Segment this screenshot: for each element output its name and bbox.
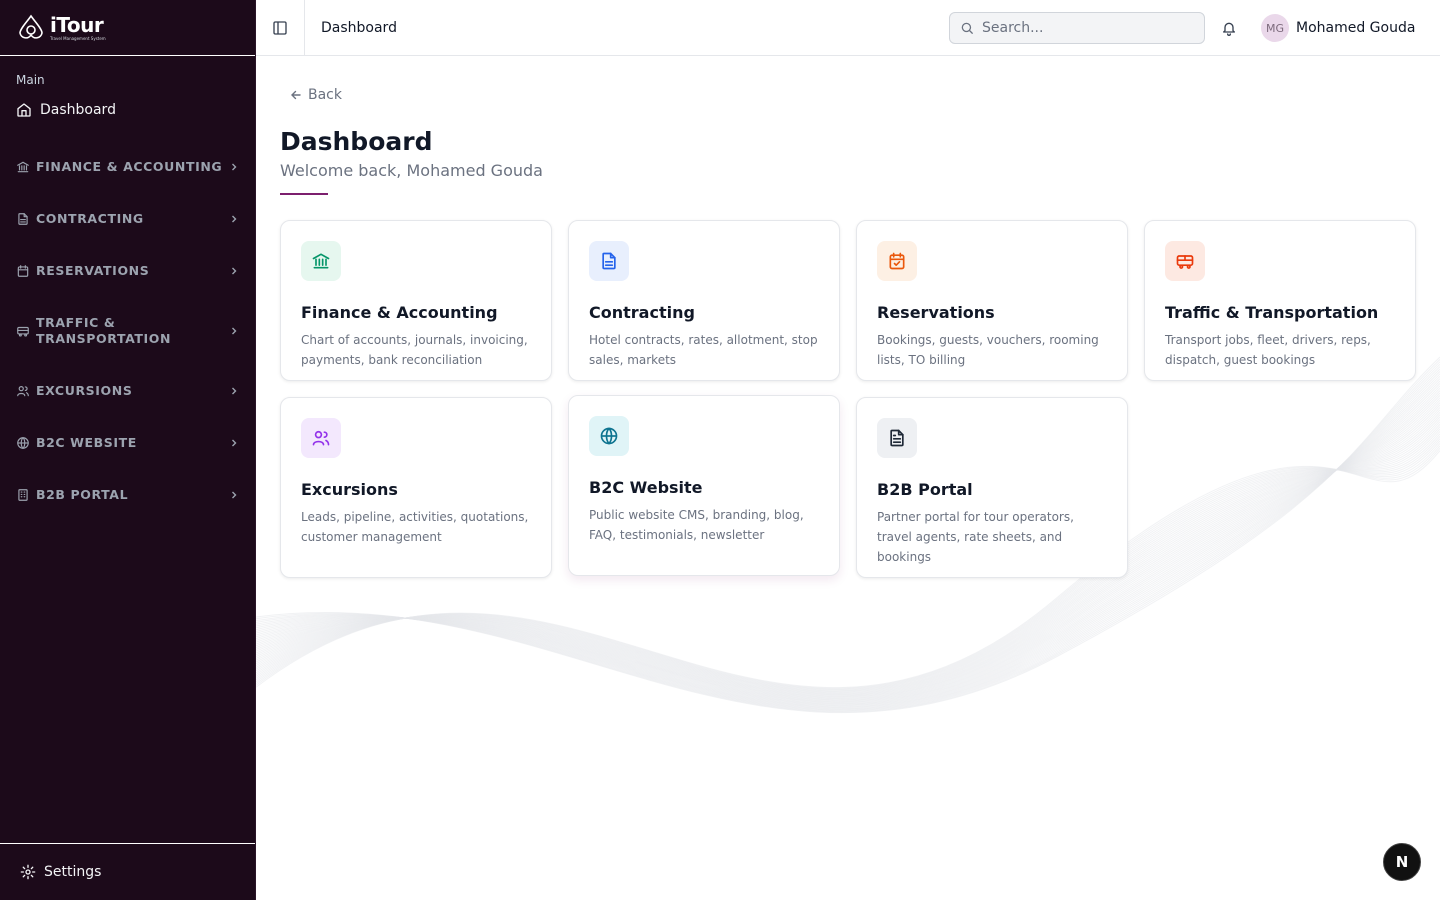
sidebar-group-contracting[interactable]: CONTRACTING	[0, 210, 255, 228]
building-icon	[18, 489, 28, 501]
card-title: Excursions	[301, 480, 398, 499]
card-description: Leads, pipeline, activities, quotations,…	[301, 510, 529, 544]
users-icon	[17, 386, 29, 397]
chevron-right-icon	[232, 387, 237, 395]
sidebar-group-label: B2C WEBSITE	[36, 435, 137, 450]
search-box	[949, 12, 1205, 44]
back-label: Back	[308, 87, 342, 103]
chevron-right-icon	[232, 327, 237, 335]
brand[interactable]: iTour Travel Management System	[0, 0, 255, 56]
chevron-right-icon	[232, 439, 237, 447]
chevron-right-icon	[232, 267, 237, 275]
sidebar-group-b2c[interactable]: B2C WEBSITE	[0, 434, 255, 452]
main-content: Back Dashboard Welcome back, Mohamed Gou…	[256, 57, 1440, 900]
user-name: Mohamed Gouda	[1296, 20, 1416, 36]
breadcrumb: Dashboard	[321, 19, 397, 36]
sidebar-group-label: RESERVATIONS	[36, 263, 150, 278]
sidebar-item-label: Dashboard	[40, 102, 116, 118]
panel-left-icon	[273, 20, 287, 35]
card-icon-box	[877, 241, 917, 281]
bell-icon	[1223, 22, 1235, 36]
globe-icon	[600, 427, 618, 445]
page-title: Dashboard	[280, 127, 433, 156]
chevron-right-icon	[232, 215, 237, 223]
file-text-icon	[890, 429, 904, 447]
module-card-b2c[interactable]: B2C Website Public website CMS, branding…	[568, 395, 840, 576]
card-icon-box	[301, 241, 341, 281]
sidebar-group-label: CONTRACTING	[36, 211, 144, 226]
globe-icon	[17, 436, 29, 450]
card-description: Bookings, guests, vouchers, rooming list…	[877, 333, 1099, 367]
card-description: Public website CMS, branding, blog, FAQ,…	[589, 508, 804, 542]
card-title: Contracting	[589, 303, 695, 322]
arrow-left-icon	[291, 90, 301, 100]
itour-logo-icon	[19, 14, 43, 39]
module-card-finance[interactable]: Finance & Accounting Chart of accounts, …	[280, 220, 552, 381]
card-title: B2C Website	[589, 478, 703, 497]
sidebar-group-traffic[interactable]: TRAFFIC & TRANSPORTATION	[0, 314, 255, 348]
card-description: Transport jobs, fleet, drivers, reps, di…	[1165, 333, 1371, 367]
bank-icon	[312, 253, 330, 269]
calendar-icon	[17, 265, 29, 277]
sidebar-group-b2b[interactable]: B2B PORTAL	[0, 486, 255, 504]
card-description: Hotel contracts, rates, allotment, stop …	[589, 333, 818, 367]
module-card-traffic[interactable]: Traffic & Transportation Transport jobs,…	[1144, 220, 1416, 381]
module-card-contracting[interactable]: Contracting Hotel contracts, rates, allo…	[568, 220, 840, 381]
back-button[interactable]: Back	[290, 87, 342, 103]
gear-icon	[20, 864, 36, 880]
avatar: MG	[1261, 14, 1289, 42]
topbar: Dashboard MG Mohamed Gouda	[256, 0, 1440, 56]
card-description: Partner portal for tour operators, trave…	[877, 510, 1074, 564]
search-input[interactable]	[982, 20, 1182, 36]
chevron-right-icon	[232, 163, 237, 171]
card-icon-box	[301, 418, 341, 458]
sidebar-toggle-button[interactable]	[256, 0, 305, 56]
sidebar-group-label: EXCURSIONS	[36, 383, 133, 398]
home-icon	[17, 103, 31, 117]
brand-tagline: Travel Management System	[50, 35, 106, 41]
title-underline	[280, 193, 328, 195]
sidebar-group-reservations[interactable]: RESERVATIONS	[0, 262, 255, 280]
sidebar-group-excursions[interactable]: EXCURSIONS	[0, 382, 255, 400]
card-title: Finance & Accounting	[301, 303, 498, 322]
page-subtitle: Welcome back, Mohamed Gouda	[280, 161, 543, 180]
card-icon-box	[589, 416, 629, 456]
sidebar-item-dashboard[interactable]: Dashboard	[0, 96, 255, 124]
chevron-right-icon	[232, 491, 237, 499]
module-card-b2b[interactable]: B2B Portal Partner portal for tour opera…	[856, 397, 1128, 578]
settings-label: Settings	[44, 864, 102, 880]
bus-icon	[1176, 255, 1194, 269]
card-title: B2B Portal	[877, 480, 973, 499]
notifications-button[interactable]	[1219, 18, 1239, 38]
users-icon	[312, 430, 330, 446]
search-icon	[961, 22, 973, 34]
calendar-check-icon	[889, 252, 905, 270]
card-description: Chart of accounts, journals, invoicing, …	[301, 333, 528, 367]
dev-badge-button[interactable]: N	[1383, 843, 1421, 881]
card-icon-box	[589, 241, 629, 281]
card-title: Reservations	[877, 303, 995, 322]
sidebar-group-label: B2B PORTAL	[36, 487, 129, 502]
card-icon-box	[1165, 241, 1205, 281]
card-title: Traffic & Transportation	[1165, 303, 1379, 322]
sidebar-group-finance[interactable]: FINANCE & ACCOUNTING	[0, 158, 255, 176]
sidebar-section-label: Main	[16, 73, 45, 87]
sidebar-group-label: FINANCE & ACCOUNTING	[36, 159, 223, 174]
document-icon	[602, 252, 616, 270]
sidebar-settings[interactable]: Settings	[0, 843, 255, 900]
user-menu[interactable]: MG Mohamed Gouda	[1261, 14, 1415, 42]
sidebar-group-label: TRAFFIC & TRANSPORTATION	[36, 315, 172, 346]
brand-name: iTour	[50, 12, 104, 37]
bank-icon	[17, 161, 29, 173]
module-card-excursions[interactable]: Excursions Leads, pipeline, activities, …	[280, 397, 552, 578]
sidebar: iTour Travel Management System Main Dash…	[0, 0, 256, 900]
card-icon-box	[877, 418, 917, 458]
module-card-reservations[interactable]: Reservations Bookings, guests, vouchers,…	[856, 220, 1128, 381]
bus-icon	[17, 326, 29, 337]
document-icon	[18, 213, 28, 225]
